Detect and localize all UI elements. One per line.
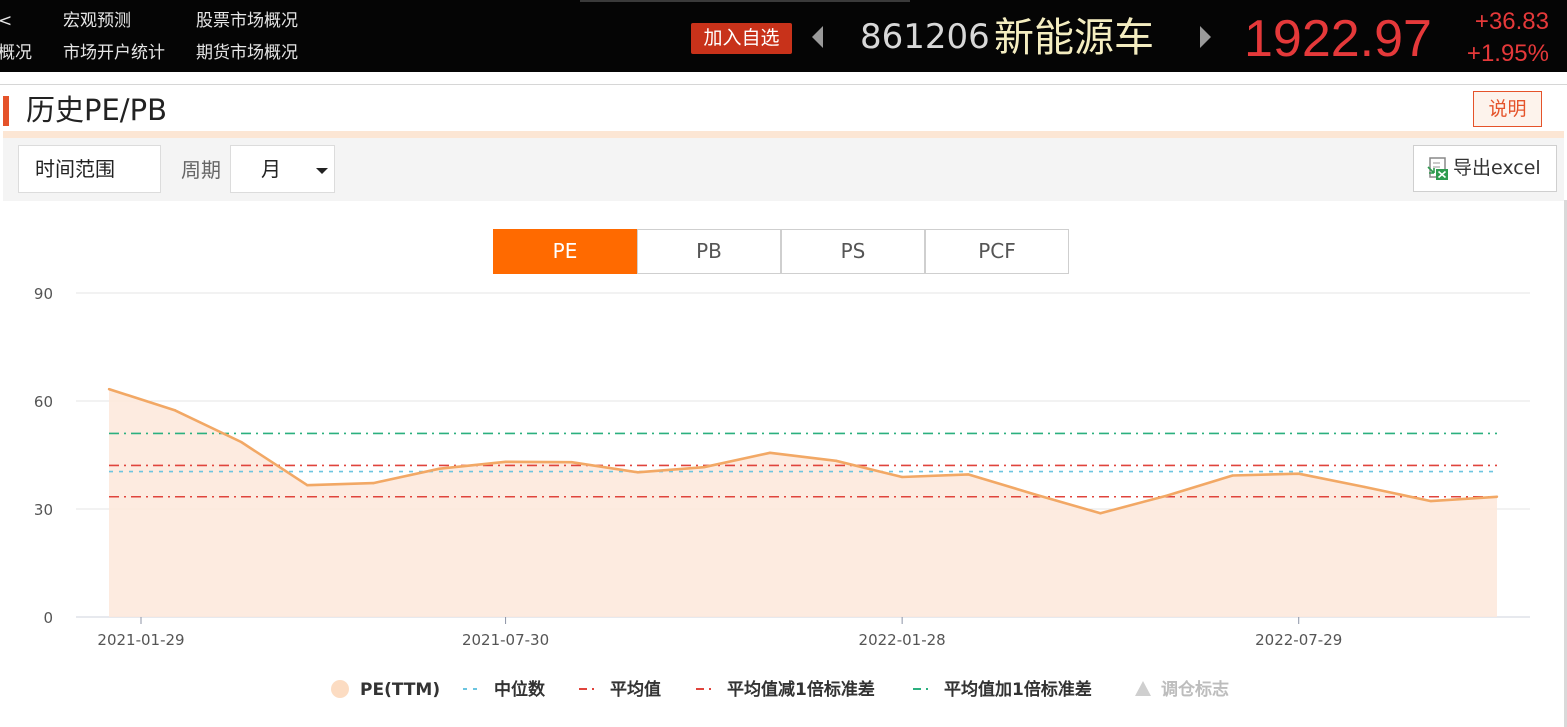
legend-label: 平均值加1倍标准差 [944,679,1092,700]
y-tick-label: 90 [34,285,53,303]
pe-data-point [438,467,441,470]
legend-label: 调仓标志 [1161,679,1229,700]
legend-marker-triangle-icon [1135,681,1151,696]
pe-data-point [834,459,838,462]
pe-data-point [702,466,706,469]
pe-data-point [504,460,507,464]
pe-data-point [967,473,970,476]
pe-data-point [900,475,904,479]
y-tick-label: 30 [34,501,53,519]
pe-data-point [1297,472,1300,475]
pe-data-point [570,461,573,464]
legend-marker-pe [331,680,349,698]
x-tick-label: 2022-01-28 [859,631,946,649]
pe-data-point [1363,485,1367,489]
pe-data-point [107,387,111,391]
pe-data-point [768,451,772,455]
pe-data-point [1099,512,1102,515]
pe-data-point [1429,499,1433,503]
pe-data-point [372,481,375,485]
x-tick-label: 2021-07-30 [462,631,549,649]
pe-data-point [1495,495,1499,498]
pe-area [109,389,1497,617]
legend-label: 中位数 [494,679,546,700]
legend-label: PE(TTM) [360,680,440,700]
pe-data-point [1231,474,1234,477]
pe-data-point [636,471,639,474]
x-tick-label: 2022-07-29 [1255,631,1342,649]
pe-history-chart: 0 30 60 90 2021-01-29 2021-07-30 2022-01-28 202… [34,285,1530,700]
pe-data-point [1033,493,1036,496]
y-tick-label: 60 [34,393,53,411]
pe-data-point [173,409,177,412]
pe-data-point [1165,494,1168,497]
x-tick-label: 2021-01-29 [97,631,184,649]
pe-data-point [306,484,309,487]
y-tick-label: 0 [43,609,53,627]
pe-data-point [239,440,243,444]
legend-label: 平均值减1倍标准差 [727,679,875,700]
legend-label: 平均值 [610,679,661,700]
